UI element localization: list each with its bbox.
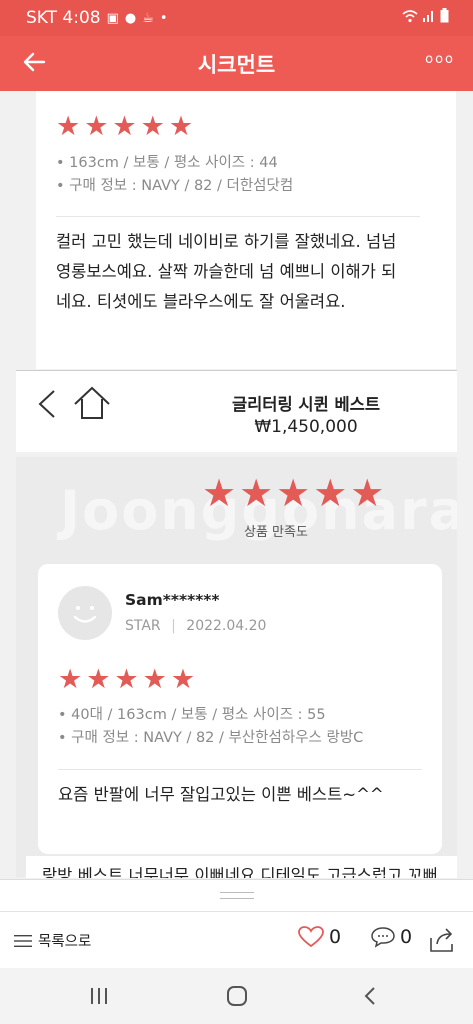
reviewer-info: STAR | 2022.04.20 [125, 618, 266, 634]
review-meta: • 40대 / 163cm / 보통 / 평소 사이즈 : 55 • 구매 정보… [58, 704, 363, 750]
comment-button[interactable]: 0 [370, 926, 412, 948]
meta-purchase-info: • 구매 정보 : NAVY / 82 / 더한섬닷컴 [56, 178, 294, 194]
product-bar: 글리터링 시퀸 베스트 ₩1,450,000 [16, 370, 457, 452]
review-text: 컬러 고민 했는데 네이비로 하기를 잘했네요. 넘넘 영롱보스예요. 살짝 까… [56, 227, 396, 317]
wifi-icon [402, 9, 418, 22]
status-left: SKT 4:08 ▣ ● ☕ • [26, 8, 168, 28]
comment-icon [371, 927, 395, 948]
review-card: Sam******* STAR | 2022.04.20 ★★★★★ • 40대… [38, 564, 442, 854]
list-icon [14, 934, 32, 947]
heart-icon [298, 926, 324, 948]
meta-body-info: • 40대 / 163cm / 보통 / 평소 사이즈 : 55 [58, 707, 326, 723]
talk-icon: ● [124, 10, 137, 26]
gallery-icon: ▣ [106, 10, 119, 26]
review-date: 2022.04.20 [186, 618, 267, 634]
product-name[interactable]: 글리터링 시퀸 베스트 [196, 391, 416, 415]
status-right [402, 8, 449, 23]
meta-purchase-info: • 구매 정보 : NAVY / 82 / 부산한섬하우스 랑방C [58, 730, 364, 746]
review-text: 랑방 베스트 너무너무 이뻐네요 디테일도 고급스럽고 꼬뻐 [42, 866, 438, 878]
review-stars: ★★★★★ [56, 111, 198, 142]
satisfaction-label: 상품 만족도 [244, 525, 308, 540]
home-button-icon[interactable] [222, 982, 252, 1010]
back-nav-icon[interactable] [356, 982, 386, 1010]
review-stars: ★★★★★ [58, 664, 200, 695]
separator: | [171, 618, 176, 634]
review-text-line: 네요. 티셧에도 블라우스에도 잘 어울려요. [56, 292, 346, 311]
more-menu-button[interactable]: ooo [425, 52, 455, 67]
battery-icon [440, 8, 449, 23]
dot-icon: • [159, 10, 168, 26]
coffee-icon: ☕ [142, 10, 154, 26]
meta-body-info: • 163cm / 보통 / 평소 사이즈 : 44 [56, 155, 278, 171]
reviewer-grade: STAR [125, 618, 161, 634]
smiley-icon [73, 606, 97, 623]
back-to-list-button[interactable]: 목록으로 [14, 930, 91, 951]
review-card-next: 랑방 베스트 너무너무 이뻐네요 디테일도 고급스럽고 꼬뻐 [26, 856, 457, 878]
comment-count: 0 [400, 926, 413, 948]
review-text: 요즘 반팔에 너무 잘입고있는 이쁜 베스트~^^ [58, 785, 384, 804]
divider [56, 216, 420, 217]
app-header: 시크먼트 ooo [0, 36, 473, 91]
signal-icon [423, 10, 433, 22]
status-bar: SKT 4:08 ▣ ● ☕ • [0, 0, 473, 36]
carrier-time: SKT 4:08 [26, 8, 101, 28]
home-icon[interactable] [72, 383, 112, 423]
review-text-line: 영롱보스예요. 살짝 까슬한데 넘 예쁘니 이해가 되 [56, 262, 397, 281]
drag-handle[interactable] [220, 892, 254, 899]
system-nav-bar [0, 968, 473, 1024]
product-price: ₩1,450,000 [254, 417, 358, 437]
like-button[interactable]: 0 [298, 926, 341, 948]
review-meta: • 163cm / 보통 / 평소 사이즈 : 44 • 구매 정보 : NAV… [56, 152, 293, 198]
avatar [58, 586, 112, 640]
drawer-handle-bar [0, 879, 473, 911]
share-icon[interactable] [428, 926, 456, 954]
summary-stars: ★★★★★ [202, 471, 388, 515]
chevron-left-icon[interactable] [32, 387, 62, 421]
back-to-list-label: 목록으로 [38, 934, 92, 950]
page-title: 시크먼트 [197, 53, 276, 77]
review-text-line: 컬러 고민 했는데 네이비로 하기를 잘했네요. 넘넘 [56, 232, 397, 251]
reviewer-name: Sam******* [125, 591, 220, 609]
like-count: 0 [329, 926, 342, 948]
divider [58, 769, 422, 770]
action-bar: 목록으로 0 0 [0, 911, 473, 968]
review-card-top: ★★★★★ • 163cm / 보통 / 평소 사이즈 : 44 • 구매 정보… [36, 91, 456, 369]
recent-apps-icon[interactable] [84, 982, 114, 1010]
